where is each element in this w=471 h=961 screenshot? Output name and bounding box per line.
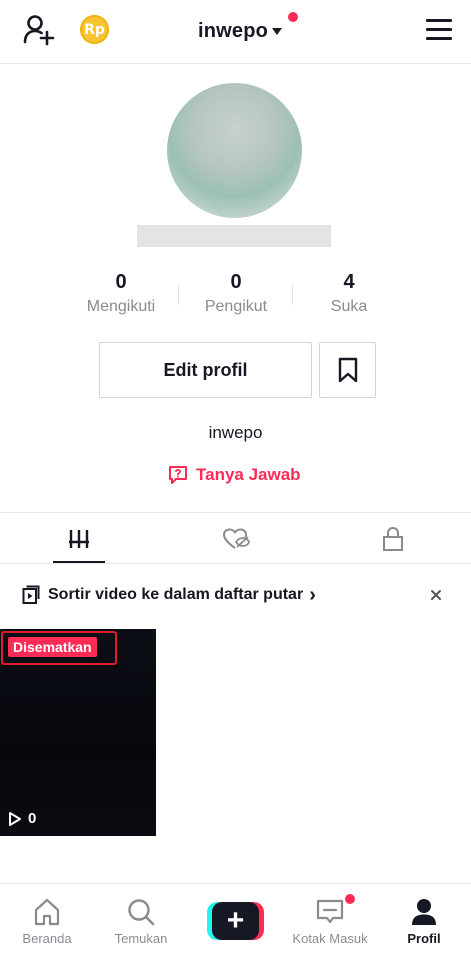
chevron-right-icon: ›: [309, 584, 316, 606]
divider: [0, 563, 471, 564]
view-count-value: 0: [28, 810, 37, 827]
stat-likes[interactable]: 4 Suka: [294, 270, 404, 316]
playlist-prompt[interactable]: Sortir video ke dalam daftar putar ›: [22, 584, 316, 606]
qa-label: Tanya Jawab: [196, 465, 301, 484]
nav-profile-label: Profil: [407, 931, 441, 946]
profile-icon: [412, 899, 436, 925]
caret-down-icon: [272, 27, 283, 35]
stat-likes-value: 4: [343, 271, 355, 293]
notification-dot: [288, 12, 298, 22]
add-user-icon[interactable]: [22, 14, 56, 46]
stat-followers-value: 0: [230, 271, 242, 293]
stat-divider: [292, 285, 293, 305]
nav-inbox-label: Kotak Masuk: [292, 931, 368, 946]
nav-inbox[interactable]: Kotak Masuk: [283, 884, 377, 961]
coin-icon[interactable]: Rp: [80, 15, 109, 44]
nav-profile[interactable]: Profil: [377, 884, 471, 961]
playlist-icon: [22, 585, 40, 604]
grid-icon: [68, 530, 89, 548]
nav-home[interactable]: Beranda: [0, 884, 94, 961]
plus-icon: +: [212, 902, 259, 940]
inbox-icon: [316, 899, 344, 924]
nav-home-label: Beranda: [22, 931, 72, 946]
avatar[interactable]: [167, 83, 302, 218]
stat-following-label: Mengikuti: [86, 298, 156, 315]
bio-text: inwepo: [208, 423, 263, 442]
stat-followers-label: Pengikut: [204, 298, 268, 315]
divider: [0, 512, 471, 513]
playlist-prompt-text: Sortir video ke dalam daftar putar: [48, 586, 304, 603]
lock-icon: [382, 526, 403, 551]
close-icon[interactable]: [428, 587, 444, 603]
account-name: inwepo: [198, 19, 269, 42]
top-bar: Rp inwepo: [0, 0, 471, 64]
stat-following-value: 0: [115, 271, 127, 293]
tab-private[interactable]: [314, 515, 471, 563]
profile-stats: 0 Mengikuti 0 Pengikut 4 Suka: [0, 270, 471, 320]
stat-following[interactable]: 0 Mengikuti: [66, 270, 176, 316]
stat-divider: [178, 285, 179, 305]
account-switcher[interactable]: inwepo: [198, 18, 283, 44]
edit-profile-button[interactable]: Edit profil: [99, 342, 312, 398]
question-bubble-icon: [169, 466, 187, 484]
inbox-notification-dot: [345, 894, 355, 904]
nav-discover[interactable]: Temukan: [94, 884, 188, 961]
search-icon: [128, 899, 155, 926]
qa-button[interactable]: Tanya Jawab: [168, 463, 301, 487]
bookmark-button[interactable]: [319, 342, 376, 398]
create-button[interactable]: +: [207, 902, 264, 940]
username-blurred: [137, 225, 331, 247]
nav-discover-label: Temukan: [114, 931, 168, 946]
view-count: 0: [8, 810, 36, 827]
hamburger-menu-icon[interactable]: [426, 19, 452, 41]
tab-videos[interactable]: [0, 515, 157, 563]
stat-followers[interactable]: 0 Pengikut: [181, 270, 291, 316]
pinned-badge: Disematkan: [8, 637, 97, 657]
stat-likes-label: Suka: [330, 298, 368, 315]
heart-hidden-icon: [222, 528, 250, 549]
play-outline-icon: [9, 811, 21, 826]
home-icon: [34, 898, 60, 926]
bookmark-icon: [338, 357, 357, 383]
tab-liked[interactable]: [157, 515, 314, 563]
